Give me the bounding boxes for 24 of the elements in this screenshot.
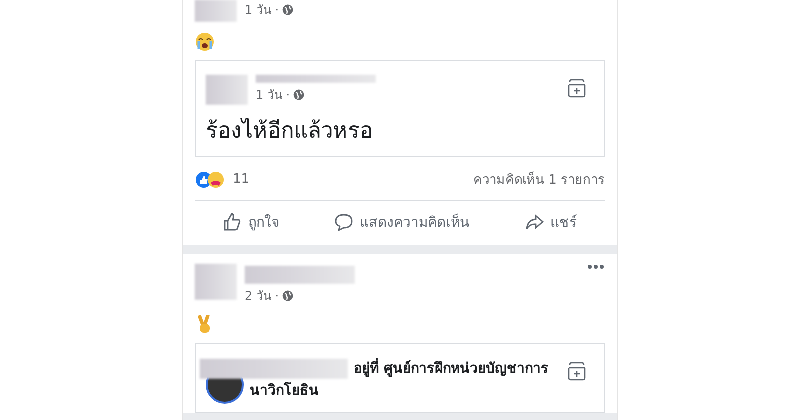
more-icon[interactable] bbox=[587, 264, 605, 270]
check-in-text: นาวิกโยธิน bbox=[250, 381, 319, 401]
globe-icon bbox=[282, 4, 294, 16]
post-time: 1 วัน · bbox=[256, 87, 290, 104]
save-icon[interactable] bbox=[566, 360, 588, 382]
globe-icon bbox=[293, 88, 306, 100]
share-button[interactable]: แชร์ bbox=[520, 209, 582, 235]
comment-button[interactable]: แสดงความคิดเห็น bbox=[330, 209, 474, 235]
blurred-avatar bbox=[195, 0, 237, 22]
comment-icon bbox=[334, 212, 354, 232]
comment-count[interactable]: ความคิดเห็น 1 รายการ bbox=[473, 169, 605, 190]
reaction-count[interactable]: 11 bbox=[233, 172, 250, 187]
share-icon bbox=[524, 212, 545, 232]
like-button[interactable]: ถูกใจ bbox=[218, 209, 284, 235]
check-in-text: อยู่ที่ ศูนย์การฝึกหน่วยบัญชาการ bbox=[354, 358, 549, 380]
globe-icon bbox=[282, 290, 294, 302]
post-time: 2 วัน · bbox=[245, 288, 280, 305]
shared-post-text: ร้องไห้อีกแล้วหรอ bbox=[206, 117, 374, 146]
post-time: 1 วัน · bbox=[245, 2, 280, 19]
crying-face-icon bbox=[195, 32, 215, 52]
like-icon bbox=[222, 212, 242, 232]
blurred-avatar bbox=[206, 75, 248, 105]
save-icon[interactable] bbox=[566, 77, 588, 99]
blurred-avatar bbox=[195, 264, 237, 300]
